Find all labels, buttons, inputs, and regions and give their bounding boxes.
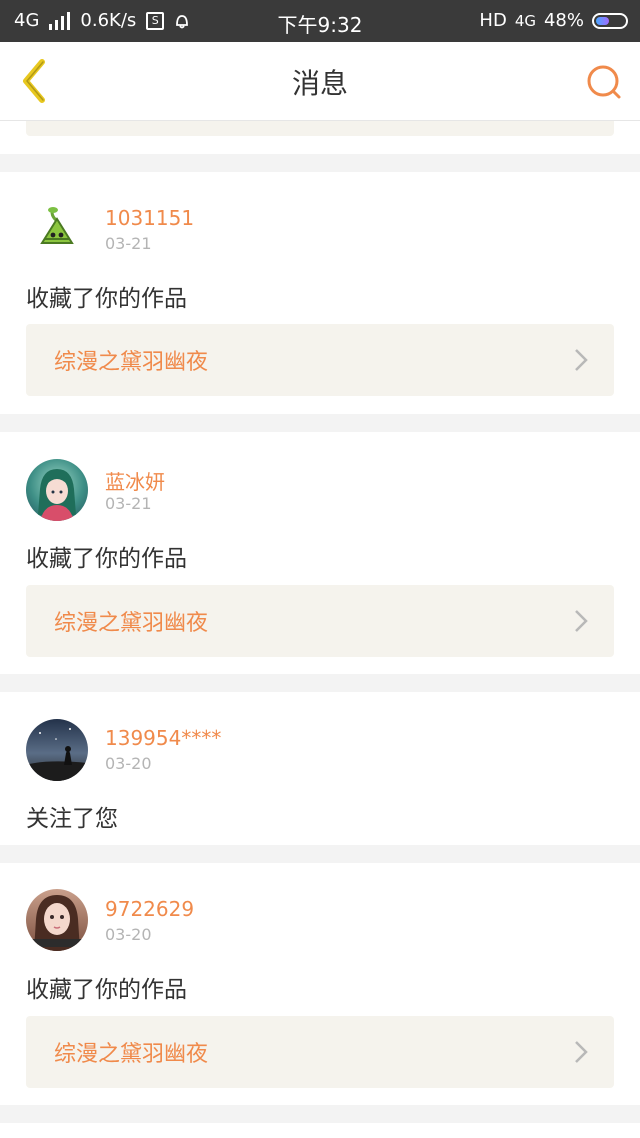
battery-icon	[592, 12, 628, 29]
chevron-right-icon	[575, 349, 588, 371]
work-title: 综漫之黛羽幽夜	[54, 350, 209, 375]
battery-percent: 48%	[543, 10, 584, 31]
chevron-right-icon	[575, 1041, 588, 1063]
previous-work-link[interactable]	[26, 121, 614, 136]
page-title: 消息	[291, 67, 348, 100]
message-card: 蓝冰妍 03-21 收藏了你的作品 综漫之黛羽幽夜	[0, 432, 640, 674]
work-link[interactable]: 综漫之黛羽幽夜	[26, 324, 614, 396]
doll-avatar-icon	[32, 895, 82, 951]
network-type-2: 4G	[514, 11, 536, 30]
anime-girl-avatar-icon	[38, 469, 76, 521]
message-card: 9722629 03-20 收藏了你的作品 综漫之黛羽幽夜	[0, 863, 640, 1105]
username[interactable]: 蓝冰妍	[105, 466, 165, 495]
action-text: 收藏了你的作品	[26, 977, 187, 1003]
username[interactable]: 139954****	[105, 726, 221, 750]
hd-indicator: HD	[479, 10, 507, 31]
message-date: 03-21	[105, 494, 152, 513]
next-card	[0, 1123, 640, 1138]
message-date: 03-21	[105, 234, 152, 253]
avatar[interactable]	[26, 719, 88, 781]
avatar[interactable]	[26, 889, 88, 951]
night-sky-avatar-icon	[26, 728, 88, 781]
action-text: 收藏了你的作品	[26, 286, 187, 312]
avatar[interactable]	[26, 195, 88, 257]
action-text: 收藏了你的作品	[26, 546, 187, 572]
work-title: 综漫之黛羽幽夜	[54, 611, 209, 636]
username[interactable]: 9722629	[105, 897, 194, 921]
action-text: 关注了您	[26, 806, 118, 832]
work-link[interactable]: 综漫之黛羽幽夜	[26, 1016, 614, 1088]
message-card: 1031151 03-21 收藏了你的作品 综漫之黛羽幽夜	[0, 172, 640, 414]
zongzi-avatar-icon	[40, 207, 74, 244]
status-bar: 4G 0.6K/s S 下午9:32 HD 4G 48%	[0, 0, 640, 42]
chevron-right-icon	[575, 610, 588, 632]
work-link[interactable]: 综漫之黛羽幽夜	[26, 585, 614, 657]
message-card: 139954**** 03-20 关注了您	[0, 692, 640, 845]
message-date: 03-20	[105, 925, 152, 944]
username[interactable]: 1031151	[105, 206, 194, 230]
search-icon[interactable]	[584, 62, 624, 102]
avatar[interactable]	[26, 459, 88, 521]
work-title: 综漫之黛羽幽夜	[54, 1042, 209, 1067]
previous-card	[0, 121, 640, 154]
header: 消息	[0, 42, 640, 121]
message-date: 03-20	[105, 754, 152, 773]
